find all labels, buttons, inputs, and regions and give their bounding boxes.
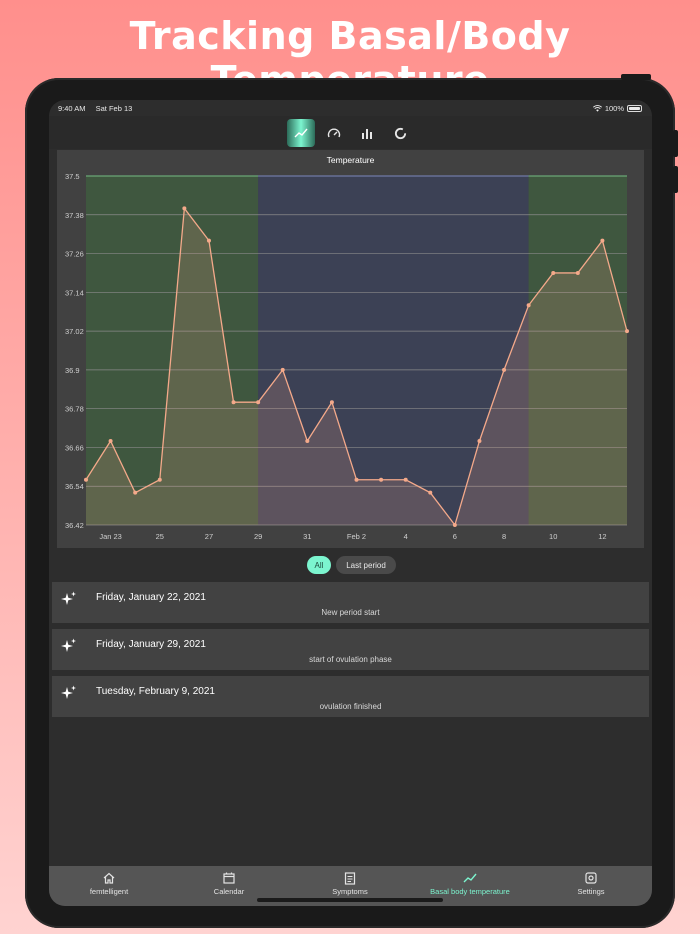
y-tick-label: 37.26 xyxy=(65,250,84,259)
trend-line-icon xyxy=(294,128,308,138)
speedometer-icon xyxy=(327,128,341,138)
x-tick-label: 4 xyxy=(404,532,408,541)
event-date: Friday, January 22, 2021 xyxy=(96,592,206,603)
volume-down-button xyxy=(673,166,678,193)
top-button xyxy=(621,74,651,80)
x-tick-label: 29 xyxy=(254,532,262,541)
calendar-icon xyxy=(223,872,235,884)
y-tick-label: 36.54 xyxy=(65,482,84,491)
data-point xyxy=(157,477,162,482)
data-point xyxy=(600,238,605,243)
x-tick-label: 6 xyxy=(453,532,457,541)
y-tick-label: 36.66 xyxy=(65,443,84,452)
x-tick-label: 10 xyxy=(549,532,557,541)
event-card[interactable]: Tuesday, February 9, 2021 ovulation fini… xyxy=(52,676,649,717)
data-point xyxy=(551,270,556,275)
x-tick-label: Jan 23 xyxy=(99,532,122,541)
y-tick-label: 36.9 xyxy=(65,366,80,375)
data-point xyxy=(502,367,507,372)
tab-bar-chart[interactable] xyxy=(353,119,381,147)
status-date: Sat Feb 13 xyxy=(95,104,133,113)
home-icon xyxy=(103,872,115,884)
data-point xyxy=(206,238,211,243)
trend-line-icon xyxy=(463,873,477,883)
clipboard-icon xyxy=(344,872,356,885)
data-point xyxy=(403,477,408,482)
nav-label: femtelligent xyxy=(89,887,129,896)
x-tick-label: 12 xyxy=(598,532,606,541)
x-tick-label: Feb 2 xyxy=(347,532,366,541)
data-point xyxy=(452,523,457,527)
x-tick-label: 27 xyxy=(205,532,213,541)
x-tick-label: 25 xyxy=(156,532,164,541)
data-point xyxy=(428,490,433,495)
nav-item-home[interactable]: femtelligent xyxy=(49,871,169,896)
x-tick-label: 31 xyxy=(303,532,311,541)
data-point xyxy=(526,303,531,308)
event-card[interactable]: Friday, January 22, 2021 New period star… xyxy=(52,582,649,623)
tab-trend[interactable] xyxy=(287,119,315,147)
data-point xyxy=(305,438,310,443)
nav-item-basal-temperature[interactable]: Basal body temperature xyxy=(410,871,530,896)
y-tick-label: 36.42 xyxy=(65,521,84,530)
battery-icon xyxy=(627,105,642,112)
app-screen: 9:40 AM Sat Feb 13 100% Temperature 37.5… xyxy=(49,100,652,906)
range-filters: All Last period xyxy=(49,556,652,574)
data-point xyxy=(477,438,482,443)
data-point xyxy=(280,367,285,372)
status-bar: 9:40 AM Sat Feb 13 100% xyxy=(49,100,652,116)
data-point xyxy=(625,329,629,334)
sparkle-icon xyxy=(61,685,76,699)
y-tick-label: 37.5 xyxy=(65,172,80,181)
data-point xyxy=(329,400,334,405)
y-tick-label: 37.02 xyxy=(65,327,84,336)
battery-percent: 100% xyxy=(604,104,624,113)
event-card[interactable]: Friday, January 29, 2021 start of ovulat… xyxy=(52,629,649,670)
nav-item-settings[interactable]: Settings xyxy=(531,871,651,896)
tab-speedometer[interactable] xyxy=(320,119,348,147)
ring-chart-icon xyxy=(394,127,406,139)
y-tick-label: 37.14 xyxy=(65,288,84,297)
filter-all-button[interactable]: All xyxy=(307,556,331,574)
wifi-icon xyxy=(592,105,602,112)
sparkle-icon xyxy=(61,638,76,652)
nav-item-calendar[interactable]: Calendar xyxy=(169,871,289,896)
data-point xyxy=(575,270,580,275)
data-point xyxy=(379,477,384,482)
event-date: Tuesday, February 9, 2021 xyxy=(96,686,215,697)
x-tick-label: 8 xyxy=(502,532,506,541)
nav-label: Basal body temperature xyxy=(430,887,510,896)
event-note: ovulation finished xyxy=(319,702,382,711)
nav-label: Calendar xyxy=(213,887,245,896)
nav-label: Settings xyxy=(577,887,605,896)
data-point xyxy=(256,400,261,405)
y-tick-label: 36.78 xyxy=(65,405,84,414)
nav-item-symptoms[interactable]: Symptoms xyxy=(290,871,410,896)
temperature-chart: Temperature 37.5 37.38 37.26 37.14 37.02 36.9… xyxy=(57,150,644,548)
data-point xyxy=(231,400,236,405)
data-point xyxy=(354,477,359,482)
event-date: Friday, January 29, 2021 xyxy=(96,639,206,650)
sparkle-icon xyxy=(61,591,76,605)
status-time: 9:40 AM xyxy=(58,104,86,113)
gear-icon xyxy=(585,872,597,884)
event-note: start of ovulation phase xyxy=(309,655,392,664)
chart-canvas: 37.5 37.38 37.26 37.14 37.02 36.9 36.78 36.66 36… xyxy=(65,172,629,541)
nav-label: Symptoms xyxy=(332,887,368,896)
data-point xyxy=(84,477,88,482)
data-point xyxy=(182,206,187,211)
bar-chart-icon xyxy=(362,128,372,139)
data-point xyxy=(133,490,138,495)
filter-last-period-button[interactable]: Last period xyxy=(336,556,396,574)
data-point xyxy=(108,438,113,443)
volume-up-button xyxy=(673,130,678,157)
tab-ring-chart[interactable] xyxy=(386,119,414,147)
chart-type-tabs xyxy=(49,116,652,149)
event-note: New period start xyxy=(321,608,380,617)
home-indicator xyxy=(257,898,443,902)
y-tick-label: 37.38 xyxy=(65,211,84,220)
